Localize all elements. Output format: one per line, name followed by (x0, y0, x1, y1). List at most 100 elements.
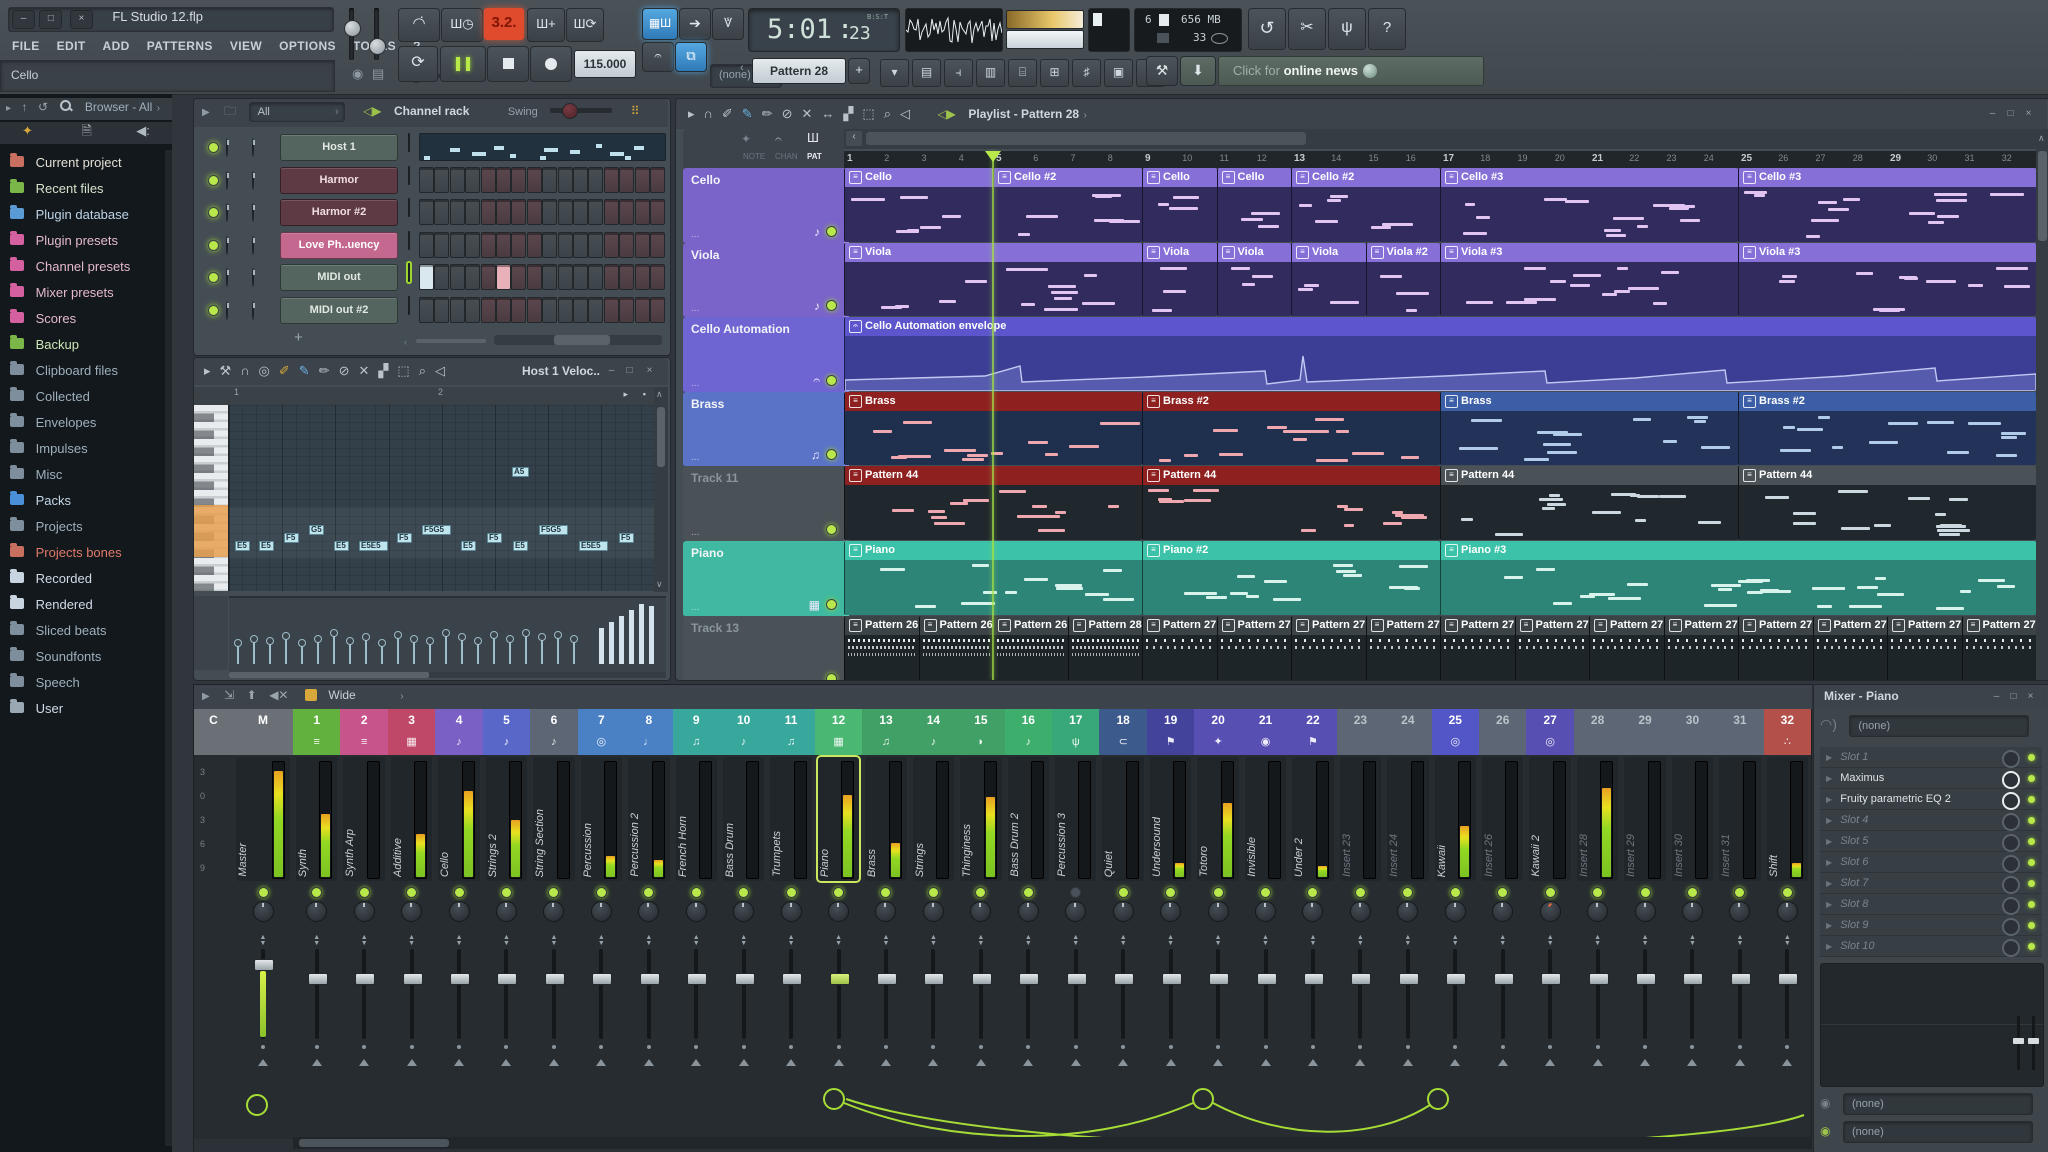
slot-mix-knob[interactable] (2002, 813, 2020, 831)
route-arrow[interactable] (644, 1059, 654, 1066)
stereo-sep[interactable]: ▲▼ (388, 935, 435, 947)
pr-paint-icon[interactable]: ✏ (319, 363, 330, 378)
strip-number[interactable]: C (194, 709, 233, 731)
route-arrow[interactable] (1545, 1059, 1555, 1066)
stereo-sep[interactable]: ▲▼ (957, 935, 1004, 947)
clip-menu-icon[interactable]: ≡ (1445, 469, 1458, 482)
fader-track[interactable] (1169, 949, 1173, 1039)
step-cell[interactable] (527, 232, 542, 258)
fader-track[interactable] (1785, 949, 1789, 1039)
pr-zoom-icon[interactable]: ⌕ (419, 363, 426, 378)
channel-led[interactable] (208, 142, 219, 153)
clip-menu-icon[interactable]: ≡ (1520, 619, 1533, 632)
strip-led[interactable] (1592, 887, 1603, 898)
slot-enable-led[interactable] (2028, 943, 2035, 950)
step-cell[interactable] (434, 264, 449, 290)
route-arrow[interactable] (312, 1059, 322, 1066)
route-arrow[interactable] (1261, 1059, 1271, 1066)
slot-enable-led[interactable] (2028, 838, 2035, 845)
stereo-sep[interactable]: ▲▼ (1337, 935, 1384, 947)
strip-number[interactable]: 24 (1384, 709, 1431, 731)
mp-close-button[interactable]: × (2022, 690, 2039, 704)
step-cell[interactable] (465, 297, 480, 323)
clip-header[interactable]: ≡Brass (1441, 392, 1738, 411)
strip-led[interactable] (738, 887, 749, 898)
slot-enable-led[interactable] (2028, 880, 2035, 887)
step-cell[interactable] (558, 232, 573, 258)
clip-menu-icon[interactable]: ≡ (1445, 395, 1458, 408)
pl-vscrollbar[interactable]: ∧ (2036, 129, 2048, 680)
pan-knob[interactable] (1065, 901, 1086, 922)
route-arrow[interactable] (1023, 1059, 1033, 1066)
step-cell[interactable] (419, 297, 434, 323)
strip-number[interactable]: 16 (1005, 709, 1052, 731)
rack-hscroll-left[interactable]: ‹ (404, 337, 407, 347)
fader-handle[interactable] (1162, 973, 1182, 985)
mixer-strip-insert-31[interactable]: 31 Insert 31 ▲▼ (1716, 709, 1764, 1139)
browser-item-projects-bones[interactable]: Projects bones (0, 540, 165, 566)
fader-track[interactable] (694, 949, 698, 1039)
panel-mini-fader-2[interactable] (2032, 1016, 2035, 1070)
velocity-stem[interactable] (493, 638, 495, 664)
clip-menu-icon[interactable]: ≡ (1445, 246, 1458, 259)
clip-header[interactable]: ≡Pattern 27 (1218, 616, 1292, 635)
strip-led[interactable] (1450, 887, 1461, 898)
stereo-sep[interactable]: ▲▼ (1526, 935, 1573, 947)
step-cell[interactable] (650, 297, 665, 323)
fader-track[interactable] (789, 949, 793, 1039)
pan-knob[interactable] (449, 901, 470, 922)
pan-knob[interactable] (828, 901, 849, 922)
clip-menu-icon[interactable]: ≡ (1743, 246, 1756, 259)
clip-menu-icon[interactable]: ≡ (1147, 171, 1160, 184)
playlist-clip-pattern-26[interactable]: ≡Pattern 26 (844, 616, 919, 681)
oscilloscope[interactable] (905, 8, 1003, 52)
track-label[interactable]: Viola ... ♪ (683, 243, 844, 319)
clip-header[interactable]: ≡Pattern 26 (845, 616, 919, 635)
clip-header[interactable]: ≡Brass #2 (1143, 392, 1440, 411)
mixer-strip-strings-2[interactable]: 5 ♪ Strings 2 ▲▼ (483, 709, 531, 1139)
browser-toggle-icon[interactable]: ▣ (1104, 59, 1133, 87)
slot-mix-knob[interactable] (2002, 750, 2020, 768)
browser-item-sliced-beats[interactable]: Sliced beats (0, 618, 165, 644)
clip-menu-icon[interactable]: ≡ (849, 469, 862, 482)
browser-item-envelopes[interactable]: Envelopes (0, 410, 165, 436)
effect-slot-9[interactable]: ▶ Slot 9 (1820, 915, 2042, 936)
fader-handle[interactable] (497, 973, 517, 985)
route-arrow[interactable] (1308, 1059, 1318, 1066)
main-volume-slider[interactable] (349, 8, 354, 60)
menu-add[interactable]: ADD (103, 39, 130, 53)
piano-note[interactable]: E5 (259, 541, 274, 551)
pan-knob[interactable] (306, 901, 327, 922)
step-seq-icon[interactable]: ⫞ (944, 59, 973, 87)
mixer-strip-insert-23[interactable]: 23 Insert 23 ▲▼ (1337, 709, 1385, 1139)
strip-number[interactable]: 7 (578, 709, 625, 731)
strip-number[interactable]: 31 (1716, 709, 1763, 731)
browser-up-icon[interactable]: ↑ (21, 100, 27, 114)
channel-name-button[interactable]: MIDI out (280, 264, 398, 291)
browser-tab-file-icon[interactable]: 🗎 (81, 123, 91, 138)
step-cell[interactable] (650, 232, 665, 258)
step-cell[interactable] (573, 199, 588, 225)
playlist-clip-pattern-27[interactable]: ≡Pattern 27 (1962, 616, 2037, 681)
step-cell[interactable] (588, 264, 603, 290)
route-arrow[interactable] (1213, 1059, 1223, 1066)
strip-number[interactable]: 25 (1432, 709, 1479, 731)
pr-next-button[interactable]: ▸ (623, 389, 628, 400)
strip-led[interactable] (1640, 887, 1651, 898)
fader-handle[interactable] (830, 973, 850, 985)
playlist-clip-pattern-26[interactable]: ≡Pattern 26 (993, 616, 1068, 681)
mixer-strip-bass-drum[interactable]: 10 ♪ Bass Drum ▲▼ (720, 709, 768, 1139)
step-cell[interactable] (511, 297, 526, 323)
strip-number[interactable]: 5 (483, 709, 530, 731)
fader-handle[interactable] (403, 973, 423, 985)
blend-notes-icon[interactable]: 𝄐 (642, 42, 674, 72)
mixer-strip-brass[interactable]: 13 ♫ Brass ▲▼ (862, 709, 910, 1139)
channel-led[interactable] (208, 240, 219, 251)
velocity-stem[interactable] (285, 639, 287, 664)
piano-note[interactable]: E5E5 (359, 541, 388, 551)
clip-header[interactable]: ≡Piano #3 (1441, 541, 2036, 560)
step-cell[interactable] (434, 232, 449, 258)
channel-pan-knob[interactable] (226, 203, 228, 222)
strip-led[interactable] (1023, 887, 1034, 898)
step-cell[interactable] (573, 264, 588, 290)
